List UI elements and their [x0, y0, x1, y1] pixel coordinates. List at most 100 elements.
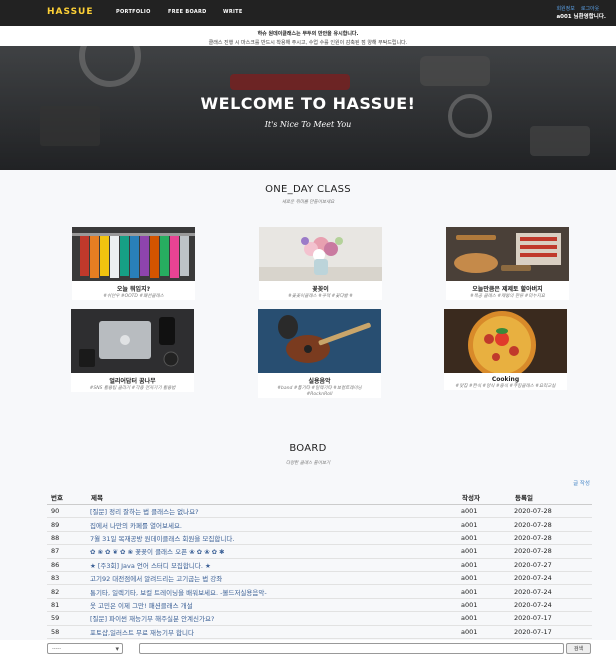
- board-section-title: BOARD: [289, 443, 327, 454]
- class-title: 꽃꽂이: [312, 286, 329, 293]
- post-title-link[interactable]: 집에서 나만의 카페를 열어보세요.: [90, 517, 461, 532]
- post-title-link[interactable]: 고기92 대전점에서 알려드리는 고기굽는 법 강좌: [90, 571, 461, 586]
- class-image-gadgets: [71, 309, 194, 373]
- class-image-woodwork: [446, 227, 569, 281]
- class-image-fashion: [72, 227, 195, 281]
- post-title-link[interactable]: ★ [주3회] Java 언어 스터디 모집합니다. ★: [90, 558, 461, 572]
- class-title: Cooking: [491, 376, 520, 383]
- class-tags: #맛집 #한식 #양식 #중식 #쿠킹클래스 #요리교실: [455, 384, 556, 389]
- post-date: 2020-07-24: [514, 584, 592, 599]
- post-author: a001: [461, 544, 514, 559]
- post-author: a001: [461, 598, 514, 613]
- post-number: 59: [47, 611, 90, 626]
- post-author: a001: [461, 611, 514, 626]
- class-section-subtitle: 새로운 취미를 만들어보세요: [281, 200, 335, 205]
- class-card-cooking[interactable]: Cooking #맛집 #한식 #양식 #중식 #쿠킹클래스 #요리교실: [444, 309, 567, 390]
- top-navbar: HASSUE PORTFOLIO FREE BOARD WRITE 회원정보 로그…: [0, 0, 616, 26]
- post-number: 88: [47, 531, 90, 546]
- post-number: 86: [47, 558, 90, 572]
- notice-line-2: 클래스 진행 시 마스크를 반드시 착용해 주시고, 수업 수를 인원이 감축된…: [208, 40, 408, 46]
- class-card-music[interactable]: 실용음악 #band #통기타 #일렉기타 #보컬트레이닝 #RocknRoll: [258, 309, 381, 398]
- post-author: a001: [461, 625, 514, 639]
- table-row: 86 ★ [주3회] Java 언어 스터디 모집합니다. ★ a001 2020-0…: [47, 558, 592, 572]
- post-author: a001: [461, 504, 514, 519]
- post-date: 2020-07-28: [514, 531, 592, 546]
- post-number: 82: [47, 584, 90, 599]
- table-row: 88 7월 31일 목재공방 원데이클래스 회원을 모집합니다. a001 2020-…: [47, 531, 592, 546]
- post-number: 83: [47, 571, 90, 586]
- post-date: 2020-07-28: [514, 504, 592, 519]
- post-author: a001: [461, 571, 514, 586]
- hero-banner: WELCOME TO HASSUE! It's Nice To Meet You: [0, 46, 616, 170]
- class-tags: #쉬안우 #OOTD #패션클래스: [103, 294, 164, 299]
- post-date: 2020-07-24: [514, 598, 592, 613]
- class-card-fashion[interactable]: 오늘 뭐입지? #쉬안우 #OOTD #패션클래스: [72, 227, 195, 300]
- class-card-flower[interactable]: 꽃꽂이 #꽃꽂이클래스 #꾸꺽 #꽃다발 #: [259, 227, 382, 300]
- post-title-link[interactable]: 7월 31일 목재공방 원데이클래스 회원을 모집합니다.: [90, 531, 461, 546]
- post-number: 87: [47, 544, 90, 559]
- table-row: 87 ✿ ❀ ✿ ❦ ✿ ❀ 꽃꽂이 클래스 오픈 ❀ ✿ ❀ ✿ ✱ a001 20…: [47, 544, 592, 559]
- post-author: a001: [461, 517, 514, 532]
- search-type-select[interactable]: -----: [47, 643, 123, 655]
- class-title: 오늘 뭐입지?: [116, 286, 151, 293]
- nav-link-free-board[interactable]: FREE BOARD: [168, 9, 207, 15]
- post-date: 2020-07-28: [514, 544, 592, 559]
- post-title-link[interactable]: 옷 고민은 이제 그만! 패션클래스 개설: [90, 598, 461, 613]
- class-title: 얼리어답터 꿈나무: [109, 378, 156, 385]
- post-title-link[interactable]: 포토샵,일러스트 무료 재능기부 합니다: [90, 625, 461, 639]
- post-title-link[interactable]: 통기타, 일렉기타, 보컬 트레이닝을 배워보세요. -볼드저실용음악-: [90, 584, 461, 599]
- nav-link-portfolio[interactable]: PORTFOLIO: [116, 9, 151, 15]
- class-card-woodwork[interactable]: 오늘만큼은 제제토 할아버지 #목공 클래스 #제봉의 판류 #미누지요: [446, 227, 569, 300]
- hero-subtitle: It's Nice To Meet You: [264, 120, 352, 129]
- hero-title: WELCOME TO HASSUE!: [200, 94, 416, 113]
- greeting-text: a001 님환영합니다.: [556, 14, 606, 20]
- post-number: 81: [47, 598, 90, 613]
- table-row: 58 포토샵,일러스트 무료 재능기부 합니다 a001 2020-07-17: [47, 625, 592, 639]
- header-author: 작성자: [461, 489, 514, 505]
- table-row: 89 집에서 나만의 카페를 열어보세요. a001 2020-07-28: [47, 517, 592, 532]
- class-tags: #SNS 활용팁 클라기 #각종 전자기기 활용법: [89, 386, 176, 391]
- post-number: 58: [47, 625, 90, 639]
- post-author: a001: [461, 584, 514, 599]
- class-section-title: ONE_DAY CLASS: [265, 184, 351, 195]
- header-title: 제목: [90, 489, 461, 505]
- class-tags: #band #통기타 #일렉기타 #보컬트레이닝 #RocknRoll: [277, 386, 362, 397]
- header-date: 등록일: [514, 489, 592, 505]
- post-date: 2020-07-28: [514, 517, 592, 532]
- notice-line-1: 하슈 원데이클래스는 무두의 만안을 유시합니다.: [257, 31, 359, 37]
- post-date: 2020-07-17: [514, 611, 592, 626]
- table-row: 81 옷 고민은 이제 그만! 패션클래스 개설 a001 2020-07-24: [47, 598, 592, 613]
- class-image-cooking: [444, 309, 567, 373]
- post-title-link[interactable]: [질문] 파이썬 재능기부 해주실분 안계신가요?: [90, 611, 461, 626]
- search-button[interactable]: 검색: [566, 643, 591, 654]
- search-bar: ----- 검색: [0, 640, 616, 660]
- class-image-flower: [259, 227, 382, 281]
- post-number: 89: [47, 517, 90, 532]
- post-title-link[interactable]: ✿ ❀ ✿ ❦ ✿ ❀ 꽃꽂이 클래스 오픈 ❀ ✿ ❀ ✿ ✱: [90, 544, 461, 559]
- table-row: 59 [질문] 파이썬 재능기부 해주실분 안계신가요? a001 2020-07-1…: [47, 611, 592, 626]
- board-section-subtitle: 다양한 클래스 물어보기: [285, 461, 331, 466]
- table-row: 82 통기타, 일렉기타, 보컬 트레이닝을 배워보세요. -볼드저실용음악-a0…: [47, 584, 592, 599]
- class-card-gadgets[interactable]: 얼리어답터 꿈나무 #SNS 활용팁 클라기 #각종 전자기기 활용법: [71, 309, 194, 392]
- class-tags: #꽃꽂이클래스 #꾸꺽 #꽃다발 #: [288, 294, 353, 299]
- post-author: a001: [461, 531, 514, 546]
- board-table: 번호 제목 작성자 등록일 90 [질문] 정리 잘하는 법 클래스는 없나요? a…: [47, 489, 592, 639]
- post-author: a001: [461, 558, 514, 572]
- search-input[interactable]: [139, 643, 564, 654]
- table-header-row: 번호 제목 작성자 등록일: [47, 489, 592, 505]
- nav-link-write[interactable]: WRITE: [223, 9, 243, 15]
- brand-logo[interactable]: HASSUE: [47, 7, 94, 17]
- class-image-music: [258, 309, 381, 373]
- post-title-link[interactable]: [질문] 정리 잘하는 법 클래스는 없나요?: [90, 504, 461, 519]
- table-row: 90 [질문] 정리 잘하는 법 클래스는 없나요? a001 2020-07-28: [47, 504, 592, 519]
- post-date: 2020-07-17: [514, 625, 592, 639]
- class-title: 오늘만큼은 제제토 할아버지: [472, 286, 543, 293]
- header-number: 번호: [47, 489, 90, 505]
- class-tags: #목공 클래스 #제봉의 판류 #미누지요: [470, 294, 545, 299]
- notice-banner: 하슈 원데이클래스는 무두의 만안을 유시합니다. 클래스 진행 시 마스크를 …: [0, 26, 616, 46]
- write-post-link[interactable]: 글 작성: [573, 479, 590, 487]
- post-date: 2020-07-24: [514, 571, 592, 586]
- post-date: 2020-07-27: [514, 558, 592, 572]
- post-number: 90: [47, 504, 90, 519]
- user-area: 회원정보 로그아웃 a001 님환영합니다.: [556, 5, 606, 20]
